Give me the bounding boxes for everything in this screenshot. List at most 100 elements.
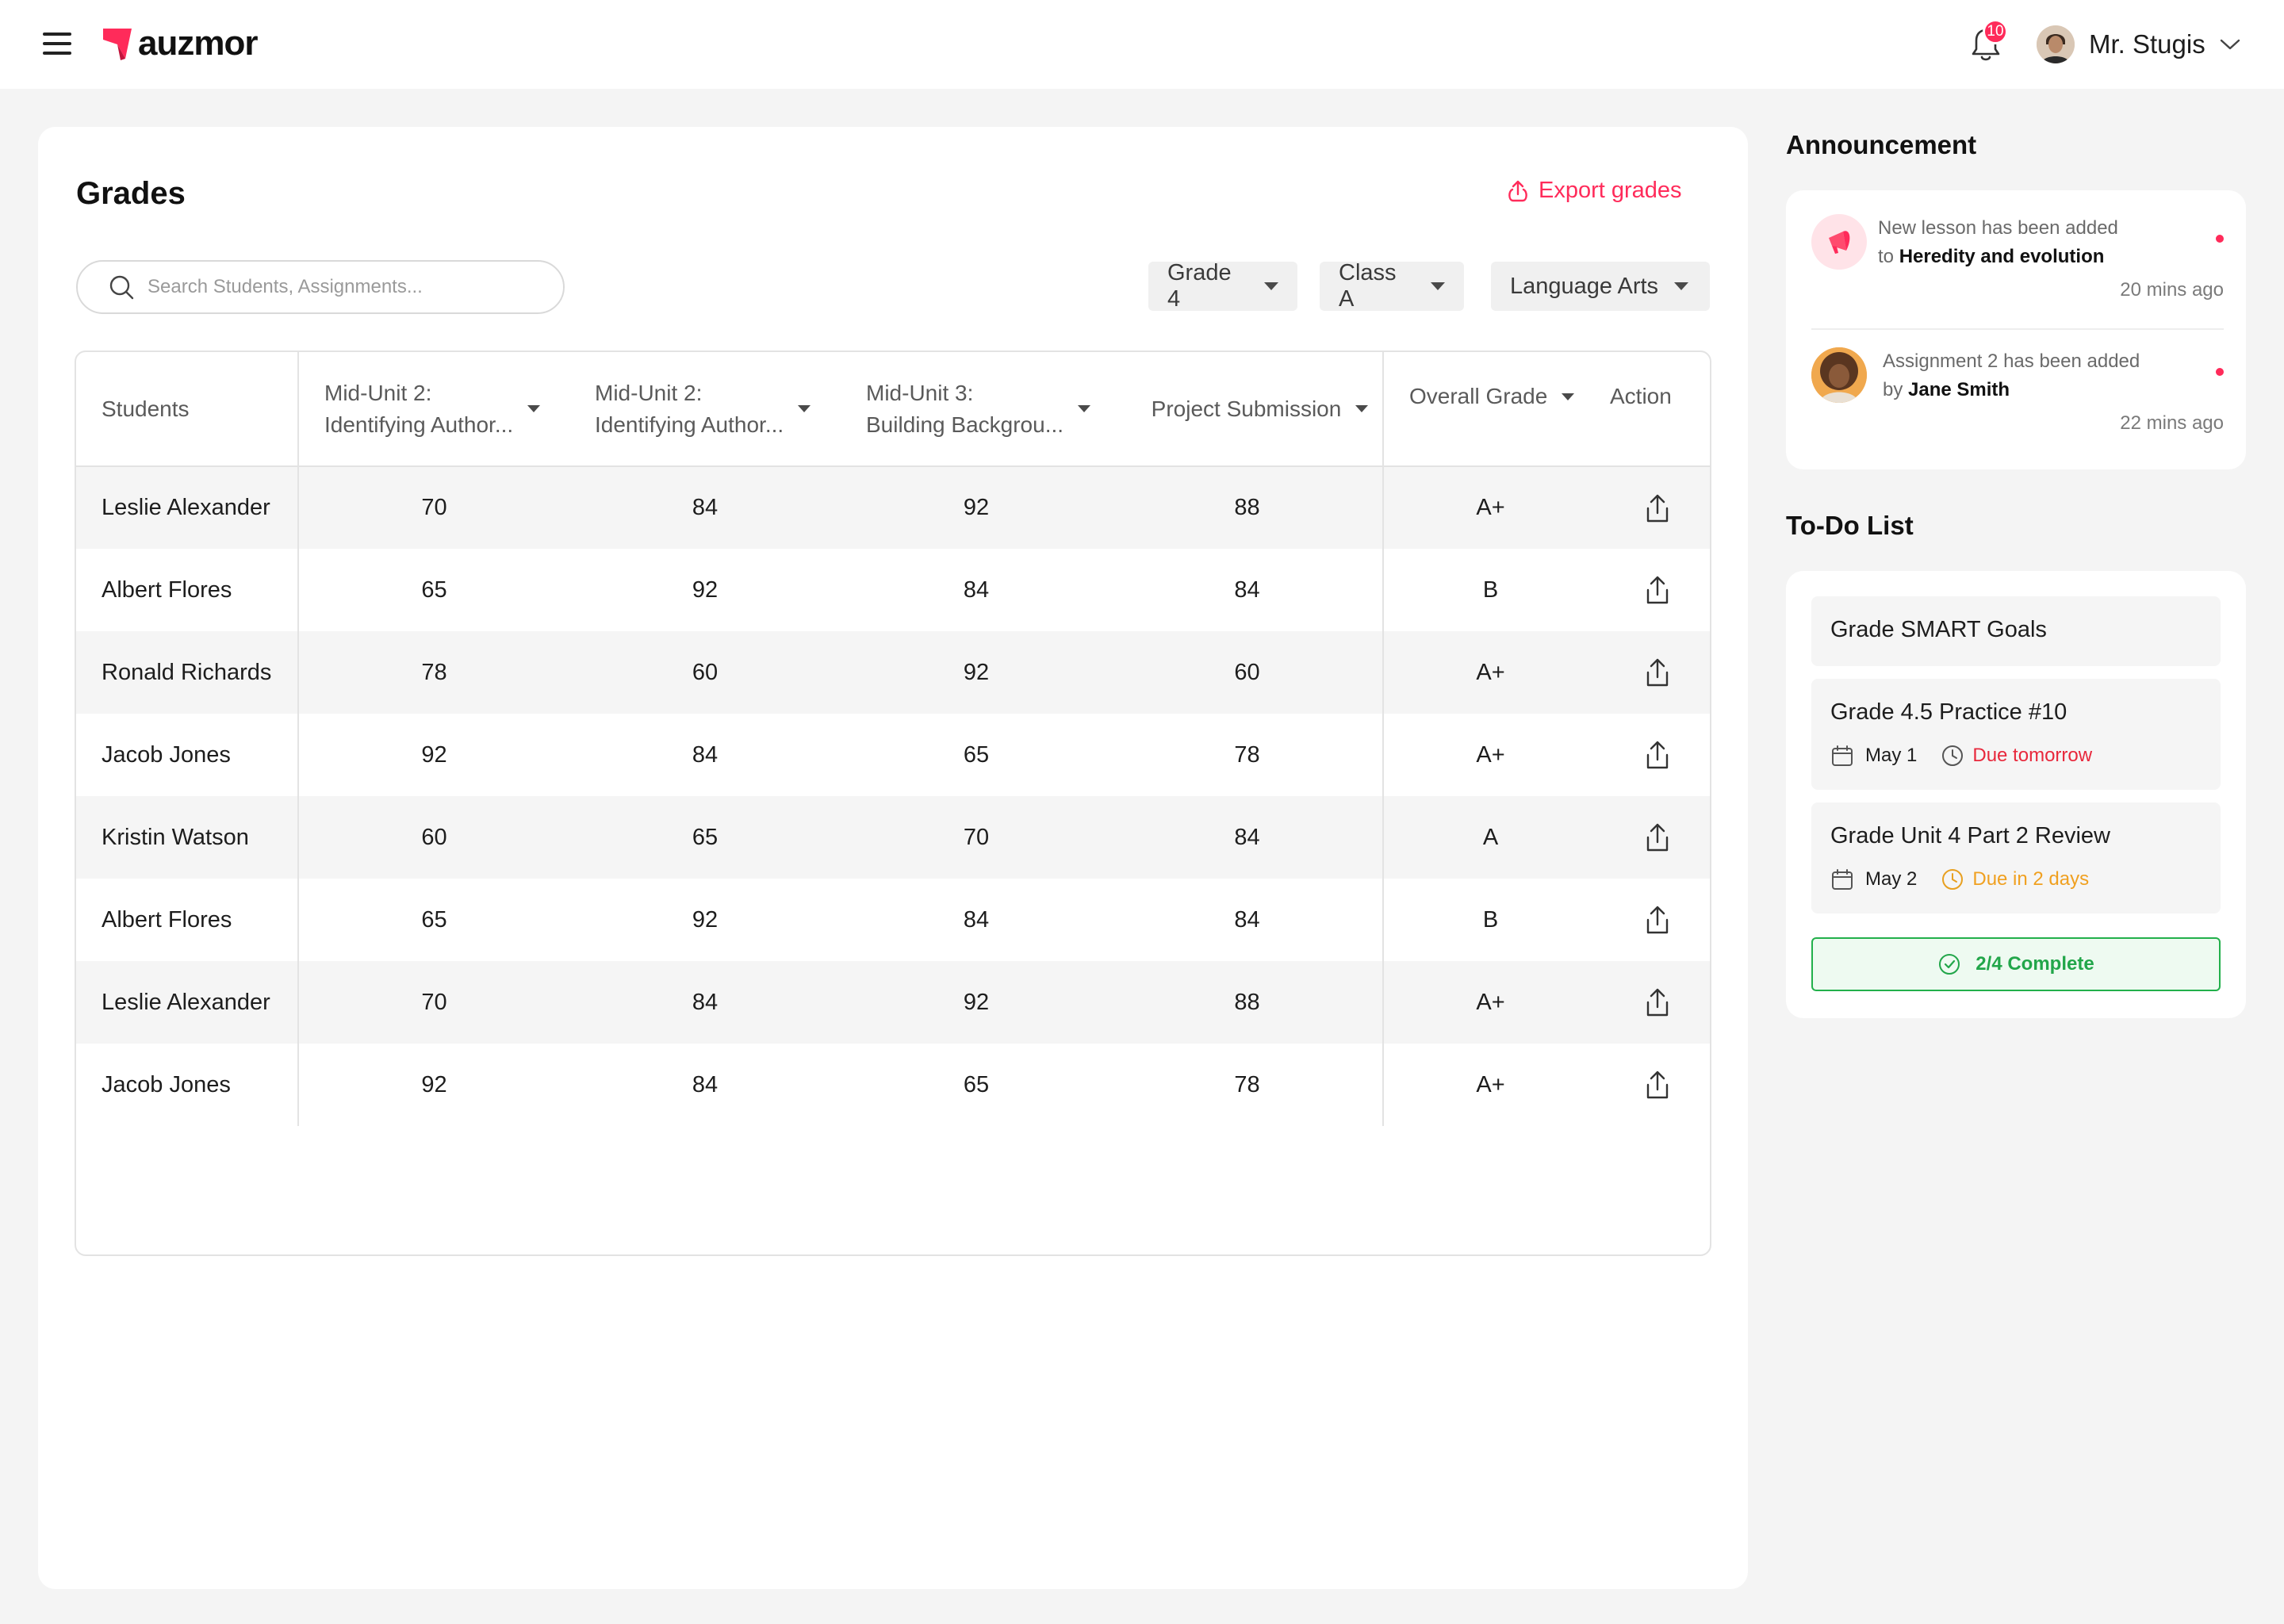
table-row[interactable]: Albert Flores 65 92 84 84 B <box>76 549 1710 631</box>
table-row[interactable]: Kristin Watson 60 65 70 84 A <box>76 796 1710 879</box>
sort-caret-icon[interactable] <box>1562 393 1575 400</box>
table-row[interactable]: Leslie Alexander 70 84 92 88 A+ <box>76 466 1710 549</box>
announcement-item[interactable]: New lesson has been added to Heredity an… <box>1811 214 2224 325</box>
project-submission-score: 84 <box>1234 824 1260 850</box>
grade-filter-dropdown[interactable]: Grade 4 <box>1148 260 1297 312</box>
clock-icon <box>1942 869 1964 890</box>
column-header-overall-grade[interactable]: Overall Grade <box>1382 352 1597 467</box>
export-icon <box>1508 180 1527 201</box>
complete-label: 2/4 Complete <box>1976 953 2094 975</box>
announcement-line: New lesson has been added <box>1878 217 2118 239</box>
column-header-project-submission[interactable]: Project Submission <box>1112 352 1383 467</box>
action-cell <box>1597 714 1710 796</box>
sort-caret-icon[interactable] <box>1078 405 1091 412</box>
share-icon[interactable] <box>1643 822 1672 853</box>
menu-icon[interactable] <box>43 32 71 56</box>
column-header-mid-unit-3[interactable]: Mid-Unit 3: Building Backgrou... <box>841 352 1112 467</box>
export-grades-label: Export grades <box>1539 178 1682 203</box>
mid-unit-3-score: 92 <box>963 495 990 520</box>
auzmor-logo-icon <box>103 29 132 60</box>
todo-item-due: Due in 2 days <box>1972 868 2090 890</box>
todo-item[interactable]: Grade Unit 4 Part 2 Review May 2 Due in … <box>1811 802 2221 914</box>
class-filter-dropdown[interactable]: Class A <box>1320 260 1464 312</box>
share-icon[interactable] <box>1643 904 1672 936</box>
table-row[interactable]: Ronald Richards 78 60 92 60 A+ <box>76 631 1710 714</box>
column-header-students: Students <box>76 352 299 467</box>
grades-card: Grades Export grades Grade 4 Class A Lan… <box>38 127 1748 1589</box>
share-icon[interactable] <box>1643 574 1672 606</box>
mid-unit-2-b-score: 84 <box>692 989 719 1015</box>
complete-progress-button[interactable]: 2/4 Complete <box>1811 937 2221 991</box>
action-cell <box>1597 879 1710 961</box>
megaphone-icon <box>1811 214 1867 270</box>
overall-grade: A+ <box>1382 961 1597 1044</box>
share-icon[interactable] <box>1643 986 1672 1018</box>
mid-unit-3-score: 92 <box>963 659 990 685</box>
project-submission-score: 84 <box>1234 906 1260 933</box>
sort-caret-icon[interactable] <box>1355 405 1369 412</box>
check-circle-icon <box>1939 954 1960 975</box>
chevron-down-icon <box>2220 39 2240 50</box>
mid-unit-2-a-score: 92 <box>421 741 447 768</box>
table-row[interactable]: Albert Flores 65 92 84 84 B <box>76 879 1710 961</box>
unread-dot <box>2216 235 2224 243</box>
mid-unit-3-score: 84 <box>963 576 990 603</box>
mid-unit-2-a-score: 70 <box>421 989 447 1015</box>
todo-item[interactable]: Grade SMART Goals <box>1811 596 2221 666</box>
mid-unit-2-b-score: 84 <box>692 1071 719 1097</box>
table-row[interactable]: Jacob Jones 92 84 65 78 A+ <box>76 714 1710 796</box>
student-name: Leslie Alexander <box>76 961 299 1044</box>
user-name: Mr. Stugis <box>2089 29 2205 59</box>
overall-grade: A+ <box>1382 714 1597 796</box>
action-cell <box>1597 961 1710 1044</box>
mid-unit-2-a-score: 60 <box>421 824 447 850</box>
column-header-mid-unit-2-a[interactable]: Mid-Unit 2: Identifying Author... <box>298 352 569 467</box>
project-submission-score: 88 <box>1234 989 1260 1015</box>
mid-unit-3-score: 70 <box>963 824 990 850</box>
avatar <box>2037 25 2075 63</box>
announcement-subject: Heredity and evolution <box>1899 246 2105 267</box>
share-icon[interactable] <box>1643 657 1672 688</box>
grades-table: Students Mid-Unit 2: Identifying Author.… <box>75 350 1711 1256</box>
overall-grade: A+ <box>1382 631 1597 714</box>
caret-down-icon <box>1431 282 1445 290</box>
export-grades-button[interactable]: Export grades <box>1505 178 1682 204</box>
todo-item-date: May 1 <box>1865 745 1918 766</box>
overall-grade: B <box>1382 879 1597 961</box>
announcement-subject: Jane Smith <box>1908 379 2010 400</box>
mid-unit-3-score: 65 <box>963 1071 990 1097</box>
notification-badge: 10 <box>1983 19 2008 44</box>
table-row[interactable]: Jacob Jones 92 84 65 78 A+ <box>76 1044 1710 1126</box>
action-cell <box>1597 796 1710 879</box>
column-header-mid-unit-2-b[interactable]: Mid-Unit 2: Identifying Author... <box>569 352 841 467</box>
overall-grade: A+ <box>1382 466 1597 549</box>
search-icon <box>109 275 134 300</box>
caret-down-icon <box>1264 282 1278 290</box>
subject-filter-value: Language Arts <box>1510 273 1659 299</box>
subject-filter-dropdown[interactable]: Language Arts <box>1491 262 1710 311</box>
sort-caret-icon[interactable] <box>798 405 811 412</box>
logo[interactable]: auzmor <box>102 24 258 63</box>
divider <box>1811 328 2224 330</box>
search-input[interactable] <box>148 276 544 298</box>
project-submission-score: 88 <box>1234 495 1260 520</box>
announcement-item[interactable]: Assignment 2 has been added by Jane Smit… <box>1811 347 2224 458</box>
project-submission-score: 84 <box>1234 576 1260 603</box>
caret-down-icon <box>1674 282 1689 290</box>
student-name: Kristin Watson <box>76 796 299 879</box>
todo-item[interactable]: Grade 4.5 Practice #10 May 1 Due tomorro… <box>1811 679 2221 790</box>
user-menu[interactable]: Mr. Stugis <box>2037 22 2240 67</box>
table-row[interactable]: Leslie Alexander 70 84 92 88 A+ <box>76 961 1710 1044</box>
announcement-line: Assignment 2 has been added <box>1883 350 2140 372</box>
todo-title: To-Do List <box>1786 511 1914 540</box>
avatar <box>1811 347 1867 403</box>
search-box[interactable] <box>76 260 565 314</box>
clock-icon <box>1942 745 1964 766</box>
unread-dot <box>2216 368 2224 376</box>
share-icon[interactable] <box>1643 492 1672 524</box>
sort-caret-icon[interactable] <box>527 405 541 412</box>
share-icon[interactable] <box>1643 739 1672 771</box>
mid-unit-2-a-score: 78 <box>421 659 447 685</box>
mid-unit-2-b-score: 60 <box>692 659 719 685</box>
share-icon[interactable] <box>1643 1069 1672 1101</box>
